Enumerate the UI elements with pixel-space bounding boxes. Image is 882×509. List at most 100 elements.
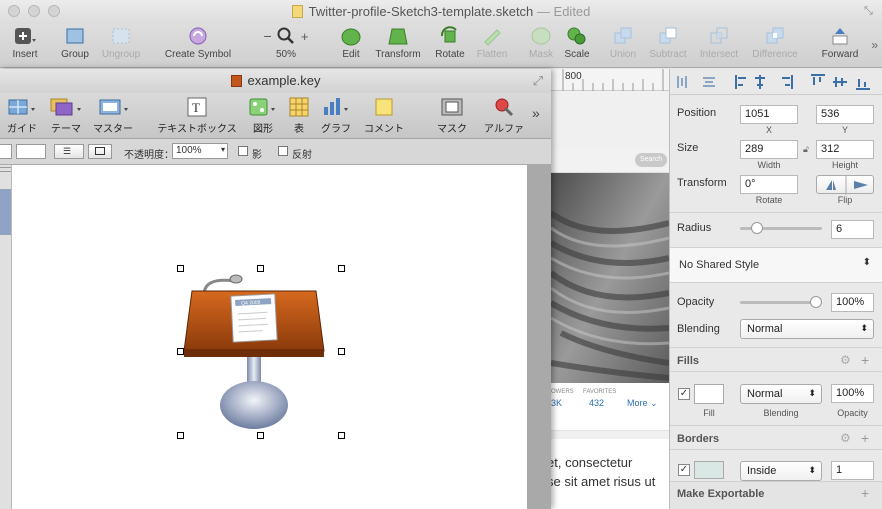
keynote-toolbar-overflow-icon[interactable]: » [532, 105, 540, 121]
position-x-field[interactable]: 1051 [740, 105, 798, 124]
radius-field[interactable]: 6 [831, 220, 874, 239]
radius-slider[interactable] [740, 222, 822, 234]
shared-style-select[interactable]: No Shared Style ⬍ [670, 247, 882, 283]
keynote-title-bar: example.key ⤢ [0, 69, 551, 93]
forward-button[interactable]: Forward [818, 26, 862, 60]
chart-button[interactable]: グラフ [318, 97, 354, 135]
make-exportable-bar[interactable]: Make Exportable + [670, 481, 882, 509]
comment-button[interactable]: コメント [362, 97, 406, 135]
forward-icon [829, 26, 851, 46]
twitter-header: Search [551, 149, 669, 173]
zoom-out-button[interactable]: − [264, 28, 272, 44]
rotate-button[interactable]: Rotate [432, 26, 468, 60]
radius-slider-knob[interactable] [751, 222, 763, 234]
master-button[interactable]: マスター [92, 97, 134, 135]
fill-checkbox[interactable]: ✓ [678, 388, 690, 400]
shadow-checkbox[interactable] [238, 146, 248, 156]
comment-icon [362, 97, 406, 117]
alpha-button[interactable]: アルファ [482, 97, 526, 135]
resize-handle[interactable] [257, 432, 264, 439]
blending-select[interactable]: Normal ⬍ [740, 319, 874, 339]
add-fill-icon[interactable]: + [861, 352, 869, 368]
ungroup-button[interactable]: Ungroup [98, 26, 144, 60]
search-pill[interactable]: Search [635, 153, 667, 167]
mask-button[interactable]: Mask [526, 26, 556, 60]
fill-color-swatch[interactable] [694, 384, 724, 404]
fill-well[interactable] [16, 144, 46, 159]
border-checkbox[interactable]: ✓ [678, 464, 690, 476]
keynote-opacity-select[interactable]: 100% ▾ [172, 143, 228, 159]
updown-arrows-icon: ⬍ [860, 323, 868, 333]
resize-handle[interactable] [338, 265, 345, 272]
add-export-icon[interactable]: + [861, 485, 869, 501]
lock-icon[interactable]: 🔓︎ [803, 144, 809, 155]
border-style-button[interactable] [88, 144, 112, 159]
fullscreen-icon[interactable]: ⤡ [864, 5, 876, 17]
more-link[interactable]: More ⌄ [627, 398, 658, 409]
edit-button[interactable]: Edit [338, 26, 364, 60]
theme-button[interactable]: テーマ [48, 97, 84, 135]
updown-arrows-icon: ⬍ [808, 388, 816, 398]
transform-button[interactable]: Transform [372, 26, 424, 60]
flatten-button[interactable]: Flatten [474, 26, 510, 60]
create-symbol-button[interactable]: Create Symbol [162, 26, 234, 60]
gear-icon[interactable]: ⚙ [840, 431, 851, 445]
table-button[interactable]: 表 [286, 97, 312, 135]
x-caption: X [765, 125, 772, 135]
slide-thumbnail-selected[interactable] [0, 189, 11, 235]
resize-handle[interactable] [257, 265, 264, 272]
toolbar-overflow-icon[interactable]: » [871, 38, 878, 52]
add-border-icon[interactable]: + [861, 430, 869, 446]
opacity-field[interactable]: 100% [831, 293, 874, 312]
border-position-select[interactable]: Inside ⬍ [740, 461, 822, 481]
followers-value[interactable]: 3K [551, 398, 562, 408]
opacity-slider[interactable] [740, 296, 822, 308]
table-icon [286, 97, 312, 117]
insert-button[interactable]: Insert [8, 26, 42, 60]
flatten-icon [481, 26, 503, 46]
subtract-button[interactable]: Subtract [646, 26, 690, 60]
shape-button[interactable]: 図形 [248, 97, 278, 135]
fill-opacity-field[interactable]: 100% [831, 384, 874, 403]
union-button[interactable]: Union [606, 26, 640, 60]
zoom-in-button[interactable]: + [301, 29, 309, 44]
position-y-field[interactable]: 536 [816, 105, 874, 124]
stroke-style-button[interactable]: ☰ [54, 144, 84, 159]
slide-navigator[interactable] [0, 165, 12, 509]
rotate-field[interactable]: 0° [740, 175, 798, 194]
mask-button-keynote[interactable]: マスク [434, 97, 470, 135]
border-color-swatch[interactable] [694, 461, 724, 479]
gear-icon[interactable]: ⚙ [840, 353, 851, 367]
difference-button[interactable]: Difference [748, 26, 802, 60]
guide-button[interactable]: ガイド [4, 97, 40, 135]
slide-canvas[interactable]: Q4 2009 [12, 165, 527, 509]
resize-handle[interactable] [338, 432, 345, 439]
zoom-control[interactable]: − + 50% [258, 26, 314, 60]
union-icon [612, 26, 634, 46]
resize-handle[interactable] [177, 265, 184, 272]
keynote-podium-image[interactable]: Q4 2009 [176, 265, 336, 433]
fullscreen-icon[interactable]: ⤢ [533, 73, 543, 89]
textbox-icon: T [154, 97, 240, 117]
textbox-button[interactable]: T テキストボックス [154, 97, 240, 135]
canvas[interactable]: Search OWERS 3K FAVORITES 432 More ⌄ et,… [547, 91, 669, 509]
favorites-value[interactable]: 432 [589, 398, 604, 408]
symbol-icon [187, 26, 209, 46]
group-button[interactable]: Group [58, 26, 92, 60]
flip-buttons[interactable] [816, 175, 874, 195]
intersect-button[interactable]: Intersect [696, 26, 742, 60]
border-width-field[interactable]: 1 [831, 461, 874, 480]
resize-handle[interactable] [177, 348, 184, 355]
scale-button[interactable]: Scale [562, 26, 592, 60]
reflection-checkbox[interactable] [278, 146, 288, 156]
height-field[interactable]: 312 [816, 140, 874, 159]
width-field[interactable]: 289 [740, 140, 798, 159]
resize-handle[interactable] [177, 432, 184, 439]
artboard[interactable]: Search OWERS 3K FAVORITES 432 More ⌄ et,… [547, 149, 669, 509]
fill-blending-select[interactable]: Normal ⬍ [740, 384, 822, 404]
borders-header: Borders [677, 433, 720, 445]
alignment-icons[interactable] [670, 69, 882, 95]
opacity-slider-knob[interactable] [810, 296, 822, 308]
resize-handle[interactable] [338, 348, 345, 355]
format-control-stub[interactable] [0, 144, 12, 159]
